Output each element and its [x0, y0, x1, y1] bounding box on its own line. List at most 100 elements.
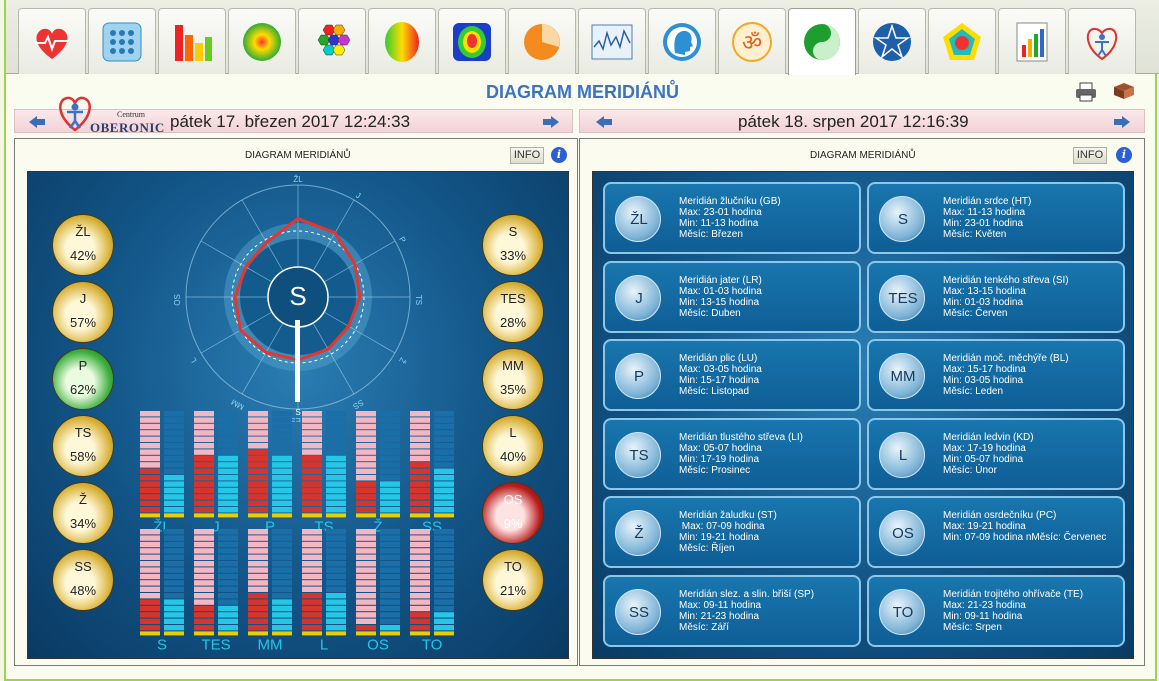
bars_top-bar-Ž-left-segment	[356, 423, 376, 430]
bars_top-bar-TS-right-segment	[326, 500, 346, 506]
meridian-ball-S[interactable]: S 33%	[483, 215, 543, 275]
tab-radial-glow[interactable]	[228, 8, 296, 74]
bars_top-bar-TS-left-segment	[302, 507, 322, 513]
bars_bottom-bar-MM-right-segment	[272, 618, 292, 624]
bars_bottom-bar-TO-left-segment	[410, 580, 430, 586]
bars_top-bar-ŽL-left-segment	[140, 500, 160, 506]
meridian-card-P[interactable]: P Meridián plic (LU) Max: 03-05 hodina Min:…	[603, 339, 861, 411]
tab-om[interactable]: ॐ	[718, 8, 786, 74]
bars_bottom-bar-MM-left-segment	[248, 567, 268, 573]
bars_bottom-bar-TO-right-segment	[434, 561, 454, 567]
tab-bar-chart[interactable]	[158, 8, 226, 74]
meridian-card-S[interactable]: S Meridián srdce (HT) Max: 11-13 hodina Min…	[867, 182, 1125, 254]
bars_top-bar-SS-left-segment	[410, 449, 430, 455]
meridian-card-TS[interactable]: TS Meridián tlustého střeva (LI) Max: 05-0…	[603, 417, 861, 490]
bars_bottom-bar-S-left-segment	[140, 573, 160, 580]
tab-report-chart[interactable]	[998, 8, 1066, 74]
meridian-ball-ŽL[interactable]: ŽL 42%	[53, 215, 113, 275]
left-panel-title: DIAGRAM MERIDIÁNŮ	[245, 150, 351, 161]
tab-wave-chart[interactable]	[578, 8, 646, 74]
bars_bottom-bar-TES-right-segment	[218, 548, 238, 554]
card-text: Meridián tenkého střeva (SI) Max: 13-15 h…	[943, 275, 1069, 319]
bars_bottom-bar-TES-right-segment	[218, 612, 238, 618]
card-symbol-label: P	[633, 368, 644, 385]
tab-pie-chart[interactable]	[508, 8, 576, 74]
print-icon[interactable]	[1074, 81, 1098, 103]
tab-star[interactable]	[858, 8, 926, 74]
info-icon[interactable]: i	[1116, 147, 1132, 163]
bars_top-bar-TS-left-segment	[302, 487, 322, 494]
bars_top-bar-J-right-segment	[218, 481, 238, 487]
meridian-ball-OS[interactable]: OS 9%	[483, 483, 543, 543]
meridian-card-ŽL[interactable]: ŽL Meridián žlučníku (GB) Max: 23-01 hodin…	[603, 182, 861, 254]
bars_top-bar-P-right-segment	[272, 475, 292, 481]
bars_bottom-bar-L-left-segment	[302, 548, 322, 554]
bars_bottom-bar-L-left-segment	[302, 580, 322, 586]
bars_top-bar-Ž-right-segment	[380, 487, 400, 494]
ball-percent: 33%	[499, 248, 527, 263]
meridian-ball-Ž[interactable]: Ž 34%	[53, 483, 113, 543]
tab-aura[interactable]	[438, 8, 506, 74]
bars_bottom-bar-TO-left-segment	[410, 541, 430, 548]
info-button[interactable]: INFO	[510, 147, 544, 164]
prev-arrow-icon[interactable]	[27, 114, 47, 130]
bars_top-bar-P-left-segment	[248, 411, 268, 417]
bars_bottom-bar-L-left-segment	[302, 529, 322, 535]
meridian-card-MM[interactable]: MM Meridián moč. měchýře (BL) Max: 15-17 h…	[867, 339, 1125, 411]
bars_bottom-bar-TES-left-segment	[194, 548, 214, 554]
tab-grid-dots[interactable]	[88, 8, 156, 74]
tab-yin-yang[interactable]	[788, 8, 856, 75]
info-icon[interactable]: i	[551, 147, 567, 163]
meridian-card-L[interactable]: L Meridián ledvin (KD) Max: 17-19 hodina Mi…	[867, 417, 1125, 490]
meridian-ball-SS[interactable]: SS 48%	[53, 550, 113, 610]
meridian-card-Ž[interactable]: Ž Meridián žaludku (ST) Max: 07-09 hodina…	[603, 496, 861, 568]
bars_bottom-bar-OS-right-segment	[380, 541, 400, 548]
bars_top-bar-J-left-segment	[194, 411, 214, 417]
meridian-wheel: ŽLJPTSŽSSTESMMLOS SS	[173, 175, 423, 422]
bars_top-bar-SS-right-segment	[434, 500, 454, 506]
meridian-ball-J[interactable]: J 57%	[53, 282, 113, 342]
bars_bottom-bar-S-left-segment	[140, 554, 160, 560]
card-line: Měsíc: Září	[679, 621, 730, 633]
next-arrow-icon[interactable]	[1112, 114, 1132, 130]
meridian-ball-MM[interactable]: MM 35%	[483, 349, 543, 409]
tab-brain[interactable]	[368, 8, 436, 74]
card-symbol-label: TO	[892, 603, 914, 621]
ball-label: MM	[502, 358, 524, 373]
bars_bottom-bar-S-right-segment	[164, 599, 184, 605]
bars_top-bar-J-left-segment	[194, 468, 214, 474]
bars_top-bar-Ž-left-segment	[356, 430, 376, 436]
next-arrow-icon[interactable]	[541, 114, 561, 130]
bars_top-bar-ŽL-right-segment	[164, 481, 184, 487]
info-button[interactable]: INFO	[1073, 147, 1107, 164]
tab-hexagons[interactable]	[298, 8, 366, 74]
prev-arrow-icon[interactable]	[594, 114, 614, 130]
book-icon[interactable]	[1112, 81, 1136, 103]
tab-head-profile[interactable]	[648, 8, 716, 74]
meridian-ball-TO[interactable]: TO 21%	[483, 550, 543, 610]
tab-pentagon[interactable]	[928, 8, 996, 74]
bars_bottom-bar-OS-right-segment	[380, 593, 400, 599]
tab-heart-pulse[interactable]	[18, 8, 86, 74]
card-line: Max: 13-15 hodina	[943, 285, 1026, 297]
bars_top-bar-Ž-right-segment	[380, 411, 400, 417]
card-line: Max: 17-19 hodina	[943, 442, 1026, 454]
bars_top-bar-Ž-left-segment	[356, 468, 376, 474]
bars_bottom-bar-S-right-segment	[164, 561, 184, 567]
meridian-ball-TES[interactable]: TES 28%	[483, 282, 543, 342]
left-date: pátek 17. březen 2017 12:24:33	[170, 112, 411, 131]
meridian-ball-L[interactable]: L 40%	[483, 416, 543, 476]
tab-oberonic-logo[interactable]	[1068, 8, 1136, 74]
meridian-card-TO[interactable]: TO Meridián trojitého ohřívače (TE) Max: 2…	[867, 574, 1125, 647]
bars_bottom-bar-OS-right-segment	[380, 548, 400, 554]
meridian-card-TES[interactable]: TES Meridián tenkého střeva (SI) Max: 13-1…	[867, 260, 1125, 333]
meridian-ball-TS[interactable]: TS 58%	[53, 416, 113, 476]
meridian-card-J[interactable]: J Meridián jater (LR) Max: 01-03 hodina Min…	[603, 260, 861, 333]
bars_top-bar-ŽL-left-segment	[140, 481, 160, 487]
meridian-card-OS[interactable]: OS Meridián osrdečníku (PC) Max: 19-21 hod…	[867, 496, 1125, 568]
meridian-card-SS[interactable]: SS Meridián slez. a slin. břiší (SP) Max: …	[603, 574, 861, 647]
meridian-ball-P[interactable]: P 62%	[53, 349, 113, 409]
bars_top-bar-J-left-segment	[194, 449, 214, 455]
bars_bottom-bar-label: S	[157, 636, 167, 652]
bars_bottom-bar-MM-left-segment	[248, 612, 268, 618]
